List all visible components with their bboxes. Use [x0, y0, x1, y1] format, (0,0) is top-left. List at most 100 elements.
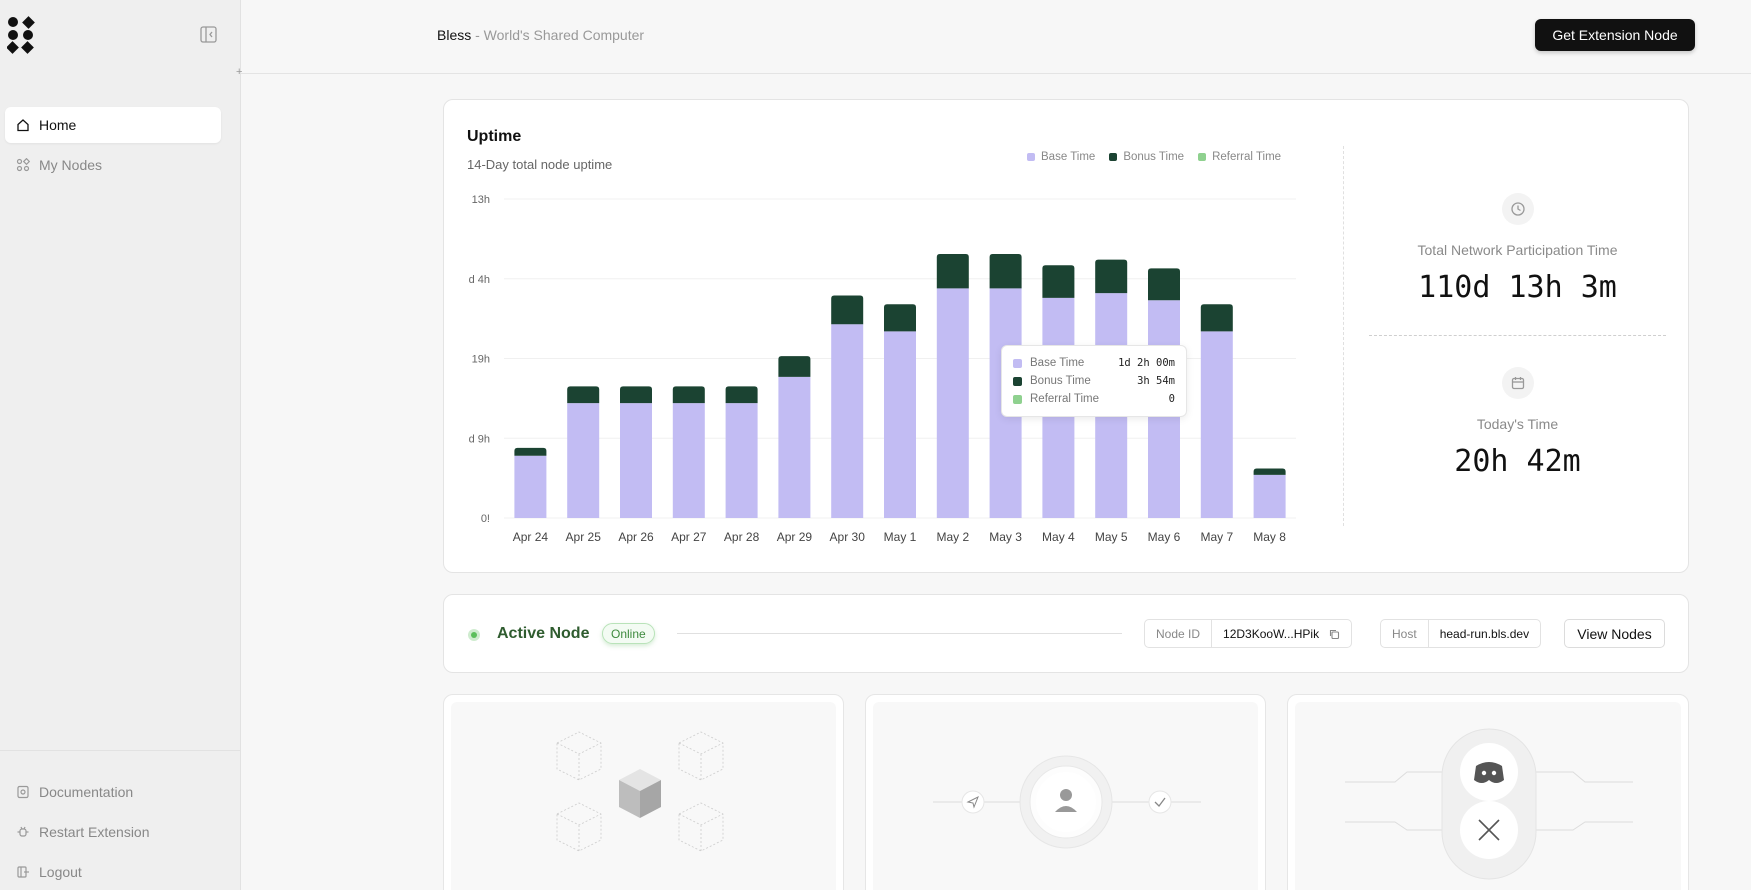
calendar-icon [1502, 367, 1534, 399]
node-id-text: 12D3KooW...HPik [1223, 626, 1320, 641]
bar-segment-base-time [514, 455, 547, 518]
tooltip-row: Bonus Time 3h 54m [1013, 372, 1175, 390]
x-tick-label: May 3 [989, 530, 1022, 544]
x-tick-label: May 8 [1253, 530, 1286, 544]
sidebar-item-logout[interactable]: Logout [5, 854, 221, 890]
y-tick-label: d 4h [469, 274, 490, 286]
y-tick-label: 0! [481, 513, 490, 525]
brand-subtitle: - World's Shared Computer [471, 27, 645, 43]
x-tick-label: May 6 [1148, 530, 1181, 544]
bar-segment-base-time [831, 324, 864, 518]
feature-card-illustration [1295, 702, 1681, 890]
bar-segment-bonus-time [1148, 268, 1180, 301]
uptime-stats: Total Network Participation Time 110d 13… [1369, 100, 1666, 574]
bar-segment-bonus-time [989, 254, 1022, 289]
bar-segment-bonus-time [1253, 468, 1286, 475]
tooltip-label: Base Time [1030, 357, 1085, 369]
copy-icon[interactable] [1328, 628, 1340, 640]
node-id-value: 12D3KooW...HPik [1212, 620, 1351, 647]
bar-segment-bonus-time [620, 386, 652, 404]
tooltip-swatch [1013, 376, 1022, 386]
bar-segment-base-time [1200, 331, 1233, 518]
total-time-label: Total Network Participation Time [1417, 242, 1618, 258]
x-tick-label: May 7 [1200, 530, 1233, 544]
host-label: Host [1381, 620, 1429, 647]
x-tick-label: Apr 25 [566, 530, 602, 544]
uptime-chart: 0! d 9h 19h d 4h 13h Apr 24 Apr 25 Apr 26 Apr 27… [469, 194, 1296, 544]
sidebar-collapse-icon[interactable] [200, 26, 217, 43]
x-tick-label: Apr 24 [513, 530, 549, 544]
get-extension-node-button[interactable]: Get Extension Node [1535, 19, 1695, 51]
bar-segment-bonus-time [514, 447, 547, 456]
sidebar-item-label: Documentation [39, 784, 134, 800]
bar-segment-bonus-time [1095, 259, 1128, 294]
x-tick-label: Apr 27 [671, 530, 707, 544]
tooltip-label: Referral Time [1030, 393, 1100, 405]
sidebar-item-home[interactable]: Home [5, 107, 221, 143]
tooltip-label: Bonus Time [1030, 375, 1091, 387]
sidebar-divider [0, 750, 241, 751]
bar-segment-base-time [1253, 474, 1286, 518]
sidebar-item-my-nodes[interactable]: My Nodes [5, 147, 221, 183]
node-divider [677, 633, 1122, 634]
tooltip-value: 1d 2h 00m [1118, 357, 1175, 369]
bar-segment-base-time [884, 331, 916, 518]
logout-icon [17, 866, 29, 878]
sidebar-bottom-nav: Documentation Restart Extension Logout [5, 774, 221, 890]
bar-segment-bonus-time [936, 254, 969, 289]
bar-segment-base-time [567, 403, 600, 518]
stats-divider [1369, 335, 1666, 336]
x-tick-label: May 2 [936, 530, 969, 544]
sidebar-nav: Home My Nodes [5, 107, 221, 187]
documentation-icon [17, 785, 29, 799]
node-id-label: Node ID [1145, 620, 1213, 647]
bar-segment-bonus-time [831, 295, 864, 325]
chart-stats-divider [1343, 146, 1344, 526]
sidebar-item-documentation[interactable]: Documentation [5, 774, 221, 810]
uptime-card: Uptime 14-Day total node uptime Base Tim… [443, 99, 1689, 573]
node-id-field: Node ID 12D3KooW...HPik [1144, 619, 1353, 648]
status-badge: Online [602, 623, 655, 644]
host-field: Host head-run.bls.dev [1380, 619, 1542, 648]
bless-logo[interactable] [7, 16, 37, 54]
y-tick-label: 13h [472, 194, 490, 206]
x-tick-label: Apr 29 [777, 530, 813, 544]
x-tick-label: May 1 [884, 530, 917, 544]
y-tick-label: 19h [472, 354, 490, 366]
tooltip-row: Base Time 1d 2h 00m [1013, 354, 1175, 372]
sidebar-item-label: Restart Extension [39, 824, 150, 840]
tooltip-value: 0 [1168, 393, 1175, 405]
nodes-icon [16, 158, 30, 172]
view-nodes-button[interactable]: View Nodes [1564, 619, 1665, 648]
page-title: Bless - World's Shared Computer [437, 27, 644, 43]
social-illustration [1345, 728, 1633, 880]
x-tick-label: Apr 30 [830, 530, 866, 544]
feature-card-illustration [451, 702, 836, 890]
tooltip-row: Referral Time 0 [1013, 390, 1175, 408]
feature-card-network[interactable] [443, 694, 844, 890]
sidebar-item-restart-extension[interactable]: Restart Extension [5, 814, 221, 850]
today-time-label: Today's Time [1476, 416, 1559, 432]
tooltip-value: 3h 54m [1137, 375, 1175, 387]
cubes-illustration [556, 731, 724, 852]
y-tick-label: d 9h [469, 433, 490, 445]
feature-card-social[interactable] [1287, 694, 1689, 890]
bar-segment-base-time [725, 403, 758, 518]
bar-segment-bonus-time [884, 304, 916, 332]
active-node-title: Active Node [497, 625, 590, 642]
x-tick-label: May 5 [1095, 530, 1128, 544]
tooltip-swatch [1013, 358, 1022, 368]
status-dot [468, 629, 480, 641]
bar-segment-bonus-time [1200, 304, 1233, 332]
today-time-value: 20h 42m [1454, 444, 1581, 479]
sidebar: Home My Nodes Documentation Restart Exte… [0, 0, 241, 890]
profile-illustration [933, 755, 1201, 849]
bar-segment-bonus-time [567, 386, 600, 404]
x-tick-label: Apr 28 [724, 530, 760, 544]
bar-segment-base-time [778, 376, 811, 518]
clock-icon [1502, 193, 1534, 225]
feature-card-profile[interactable] [865, 694, 1266, 890]
bar-segment-bonus-time [1042, 265, 1075, 298]
restart-icon [17, 826, 29, 837]
bar-segment-bonus-time [672, 386, 705, 404]
